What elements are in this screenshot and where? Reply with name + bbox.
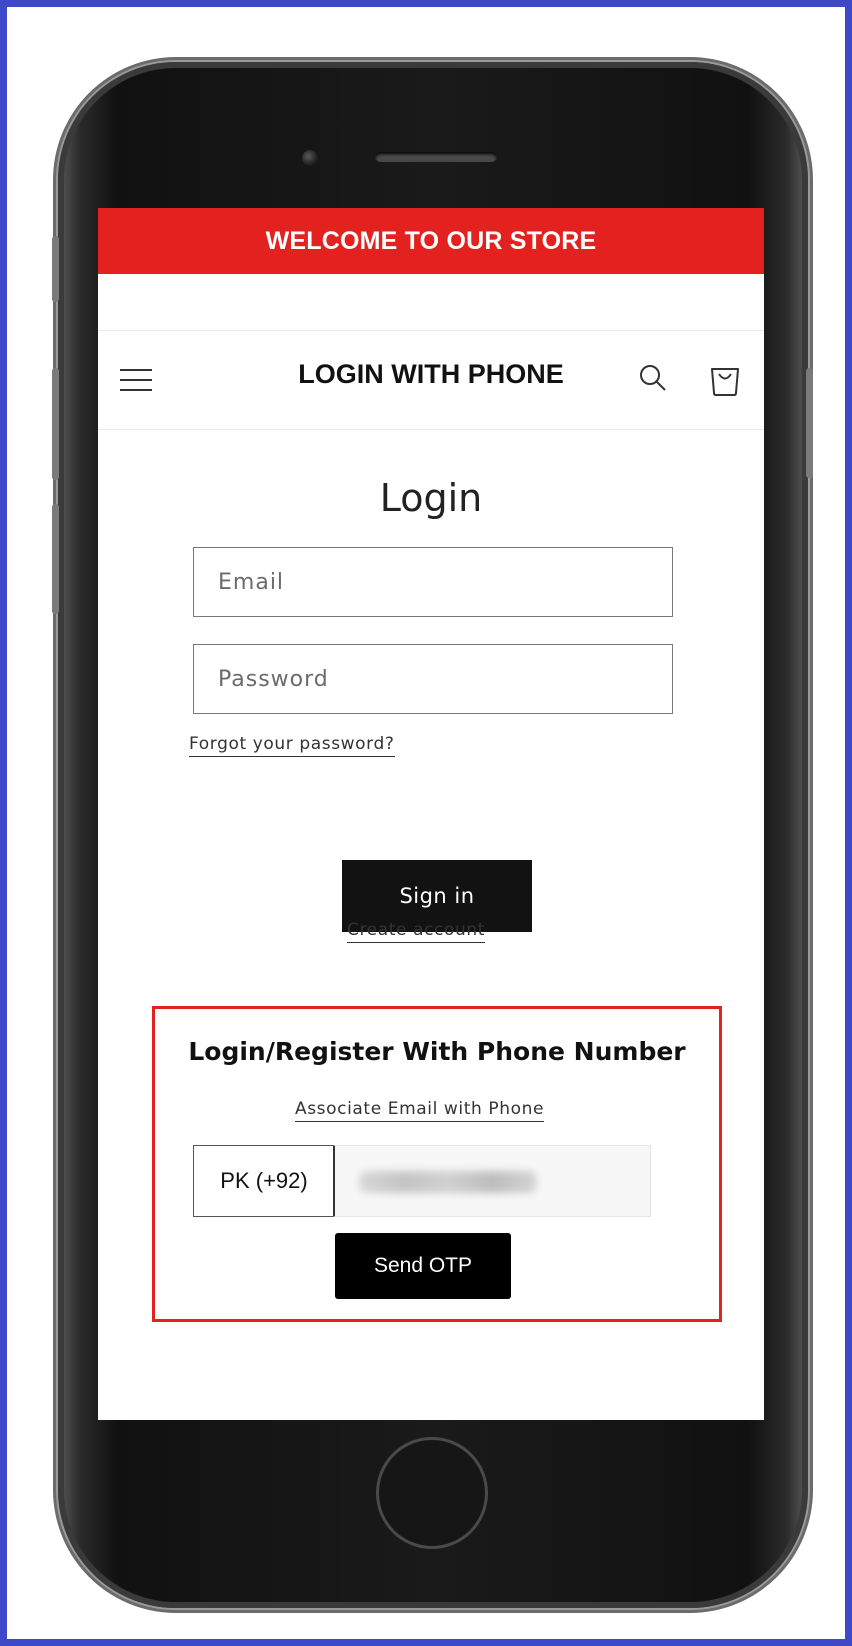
phone-screen: WELCOME TO OUR STORE LOGIN WITH PHONE Lo… [98, 208, 764, 1420]
phone-login-heading: Login/Register With Phone Number [188, 1037, 686, 1066]
phone-home-button [376, 1437, 488, 1549]
search-icon[interactable] [638, 363, 668, 393]
phone-power-button [806, 368, 813, 478]
page-title: Login [379, 476, 483, 520]
password-field[interactable] [193, 644, 673, 714]
phone-camera [302, 150, 318, 166]
forgot-password-link[interactable]: Forgot your password? [189, 734, 395, 757]
announcement-text: WELCOME TO OUR STORE [265, 226, 597, 255]
phone-speaker [375, 152, 497, 162]
phone-side-button [52, 236, 59, 302]
phone-login-section: Login/Register With Phone Number Associa… [152, 1006, 722, 1322]
site-header: LOGIN WITH PHONE [98, 330, 764, 430]
password-input[interactable] [194, 645, 672, 713]
cart-icon[interactable] [708, 363, 742, 397]
associate-email-link[interactable]: Associate Email with Phone [295, 1099, 545, 1122]
phone-number-input[interactable] [333, 1145, 651, 1217]
country-code-value: PK (+92) [220, 1168, 308, 1193]
blurred-phone-number [359, 1171, 537, 1193]
announcement-bar: WELCOME TO OUR STORE [98, 208, 764, 274]
country-code-select[interactable]: PK (+92) [193, 1145, 335, 1217]
send-otp-button[interactable]: Send OTP [335, 1233, 511, 1299]
phone-volume-up-button [52, 368, 59, 480]
email-input[interactable] [194, 548, 672, 616]
create-account-link[interactable]: Create account [347, 920, 486, 943]
email-field[interactable] [193, 547, 673, 617]
phone-volume-down-button [52, 504, 59, 614]
